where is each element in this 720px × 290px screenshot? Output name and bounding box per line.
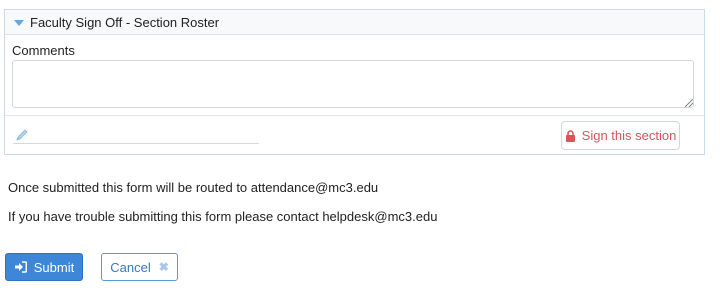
sign-in-icon (14, 261, 27, 273)
cancel-button[interactable]: Cancel ✖ (101, 253, 178, 281)
panel-header[interactable]: Faculty Sign Off - Section Roster (5, 10, 704, 35)
signature-row: Sign this section (5, 115, 704, 154)
sign-section-button[interactable]: Sign this section (561, 121, 680, 150)
submit-label: Submit (33, 259, 75, 275)
lock-icon (565, 129, 575, 142)
pencil-icon (16, 129, 28, 141)
faculty-signoff-panel: Faculty Sign Off - Section Roster Commen… (4, 9, 705, 155)
signature-field[interactable] (13, 143, 259, 144)
sign-section-label: Sign this section (581, 128, 677, 143)
panel-title: Faculty Sign Off - Section Roster (30, 14, 220, 30)
close-icon: ✖ (158, 260, 169, 274)
comments-textarea[interactable] (12, 60, 694, 108)
caret-down-icon[interactable] (14, 19, 24, 26)
resize-grip-icon[interactable] (685, 99, 693, 107)
routing-info-text: Once submitted this form will be routed … (8, 180, 379, 195)
helpdesk-info-text: If you have trouble submitting this form… (8, 209, 438, 224)
cancel-label: Cancel (110, 259, 151, 275)
submit-button[interactable]: Submit (5, 253, 83, 281)
comments-label: Comments (12, 43, 75, 58)
